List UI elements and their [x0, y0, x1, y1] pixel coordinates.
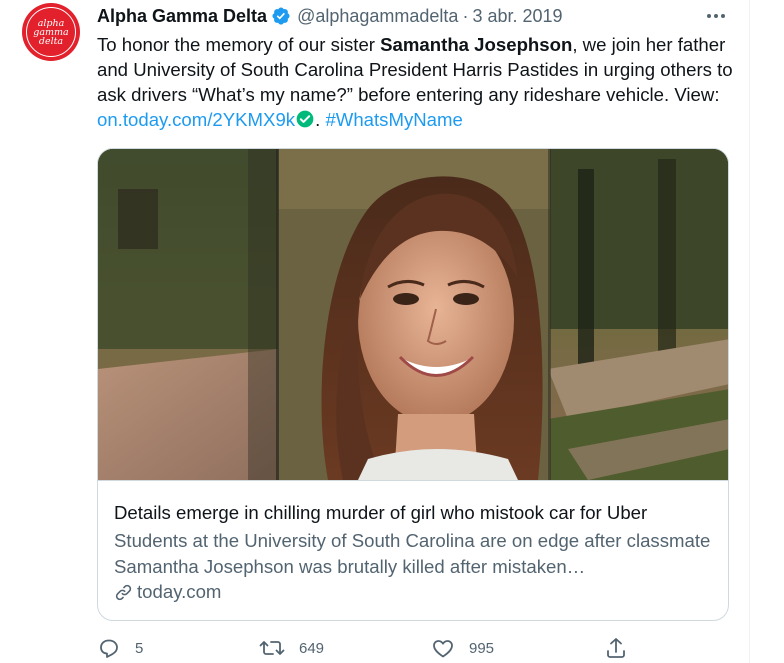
tweet-text-bold: Samantha Josephson	[380, 34, 573, 55]
retweet-icon	[259, 641, 285, 655]
tweet-link[interactable]: on.today.com/2YKMX9k	[97, 109, 295, 130]
avatar-logo-line: delta	[38, 35, 64, 47]
card-photo	[98, 149, 728, 480]
card-domain-text: today.com	[137, 581, 222, 602]
share-button[interactable]	[604, 636, 628, 660]
tweet-text-segment: .	[315, 109, 326, 130]
card-divider	[98, 480, 728, 481]
card-image[interactable]	[98, 149, 728, 480]
card-title[interactable]: Details emerge in chilling murder of gir…	[114, 502, 647, 524]
avatar[interactable]: alpha gamma delta	[22, 3, 80, 61]
more-icon-dot	[721, 14, 725, 18]
tweet-text: To honor the memory of our sister Samant…	[97, 32, 737, 132]
tweet-header: Alpha Gamma Delta @alphagammadelta · 3 a…	[97, 5, 563, 27]
tweet-date[interactable]: 3 abr. 2019	[472, 6, 562, 27]
retweet-count: 649	[299, 639, 325, 657]
link-icon	[115, 584, 132, 600]
card-domain[interactable]: today.com	[114, 581, 221, 603]
reply-count: 5	[135, 639, 144, 657]
hashtag-link[interactable]: #WhatsMyName	[325, 109, 462, 130]
separator-dot: ·	[462, 5, 469, 26]
share-icon	[607, 638, 625, 658]
like-icon	[433, 640, 453, 658]
timeline-border	[749, 0, 750, 663]
check-circle-icon	[296, 110, 314, 128]
tweet-actions: 5 649 995	[97, 636, 737, 662]
like-button[interactable]: 995	[431, 636, 494, 660]
card-description[interactable]: Students at the University of South Caro…	[114, 528, 714, 580]
more-icon-dot	[714, 14, 718, 18]
more-icon-dot	[707, 14, 711, 18]
avatar-logo: alpha gamma delta	[26, 7, 76, 57]
author-handle[interactable]: @alphagammadelta	[297, 6, 458, 27]
verified-badge-icon	[272, 7, 290, 25]
author-name[interactable]: Alpha Gamma Delta	[97, 6, 267, 27]
reply-button[interactable]: 5	[97, 636, 143, 660]
link-card[interactable]: Details emerge in chilling murder of gir…	[97, 148, 729, 621]
tweet-text-segment: To honor the memory of our sister	[97, 34, 381, 55]
retweet-button[interactable]: 649	[259, 636, 324, 660]
more-icon[interactable]	[704, 6, 728, 26]
like-count: 995	[469, 639, 495, 657]
reply-icon	[100, 639, 118, 658]
